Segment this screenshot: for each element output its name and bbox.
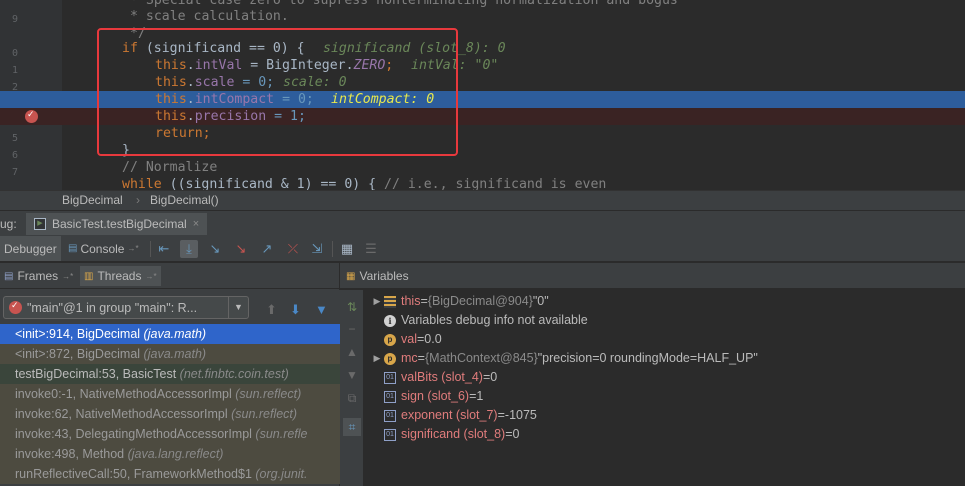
tab-variables[interactable]: ▦ Variables xyxy=(342,266,413,286)
debugger-toolbar: Debugger ▤ Console →* ⇤ ⤓ ↘ ↘ ↗ ⤫ ⇲ ▦ ☰ xyxy=(0,236,965,262)
code-line: * scale calculation. xyxy=(0,8,965,25)
while-condition: ((significand & 1) == 0) { xyxy=(161,177,385,190)
info-icon: i xyxy=(384,314,396,327)
move-down-icon[interactable]: ▼ xyxy=(343,366,361,384)
chevron-down-icon[interactable]: ▼ xyxy=(228,297,248,318)
frame-item[interactable]: invoke:43, DelegatingMethodAccessorImpl … xyxy=(0,424,340,444)
variable-row: i Variables debug info not available xyxy=(364,311,588,330)
while-comment: // i.e., significand is even xyxy=(384,177,607,190)
toolbar-divider xyxy=(150,241,151,257)
frame-item[interactable]: invoke:498, Method (java.lang.reflect) xyxy=(0,444,340,464)
filter-icon[interactable]: ▼ xyxy=(315,302,328,317)
show-execution-point-icon[interactable]: ⇤ xyxy=(155,240,173,258)
debug-label: ug: xyxy=(0,217,17,231)
debug-tool-window-header: ug: ▶ BasicTest.testBigDecimal × xyxy=(0,210,965,236)
variables-title: Variables xyxy=(359,269,409,283)
step-out-icon[interactable]: ↗ xyxy=(258,240,276,258)
thread-selector[interactable]: "main"@1 in group "main": R... ▼ xyxy=(3,296,249,319)
variable-row[interactable]: 01 sign (slot_6) = 1 xyxy=(364,387,483,406)
run-to-cursor-icon[interactable]: ⇲ xyxy=(308,240,326,258)
breakpoint-icon[interactable] xyxy=(25,109,38,123)
slot-variable-icon: 01 xyxy=(384,371,396,384)
tab-console[interactable]: ▤ Console →* xyxy=(64,236,143,261)
threads-icon: ▥ xyxy=(84,270,94,282)
breadcrumb: BigDecimal › BigDecimal() xyxy=(0,190,965,210)
tab-frames[interactable]: ▤ Frames →* xyxy=(0,266,77,286)
debug-session-tab[interactable]: ▶ BasicTest.testBigDecimal × xyxy=(26,213,208,235)
frames-icon: ▤ xyxy=(4,270,14,282)
variable-row[interactable]: 01 exponent (slot_7) = -1075 xyxy=(364,406,537,425)
frame-item[interactable]: <init>:872, BigDecimal (java.math) xyxy=(0,344,340,364)
object-field-icon xyxy=(384,295,396,308)
frame-item[interactable]: <init>:914, BigDecimal (java.math) xyxy=(0,324,340,344)
console-icon: ▤ xyxy=(68,243,78,254)
step-into-icon[interactable]: ↘ xyxy=(206,240,224,258)
tab-debugger-label: Debugger xyxy=(4,241,57,256)
variable-row[interactable]: p val = 0.0 xyxy=(364,330,442,349)
normalize-comment: // Normalize xyxy=(122,160,218,175)
tab-frames-label: Frames xyxy=(17,269,59,283)
run-config-icon: ▶ xyxy=(34,218,46,230)
variables-tree: ▶ this = {BigDecimal@904} "0" i Variable… xyxy=(364,290,964,486)
variables-side-toolbar: ⇅ − ▲ ▼ ⧉ ⌗ xyxy=(340,290,364,486)
tab-debugger[interactable]: Debugger xyxy=(0,236,61,261)
force-step-into-icon[interactable]: ↘ xyxy=(232,240,250,258)
thread-selector-value: "main"@1 in group "main": R... xyxy=(27,300,198,315)
close-icon[interactable]: × xyxy=(193,218,199,230)
tab-console-label: Console xyxy=(80,241,125,256)
toolbar-divider xyxy=(332,241,333,257)
slot-variable-icon: 01 xyxy=(384,428,396,441)
highlight-box xyxy=(97,28,458,156)
variables-icon: ▦ xyxy=(346,270,356,282)
expand-arrow-icon[interactable]: ▶ xyxy=(370,292,384,311)
thread-selector-row: "main"@1 in group "main": R... ▼ ⬆ ⬇ ▼ xyxy=(0,290,340,324)
minus-icon[interactable]: − xyxy=(343,320,361,338)
frame-item[interactable]: runReflectiveCall:50, FrameworkMethod$1 … xyxy=(0,464,340,484)
frame-item[interactable]: testBigDecimal:53, BasicTest (net.finbtc… xyxy=(0,364,340,384)
thread-suspended-icon xyxy=(9,300,22,314)
breadcrumb-class[interactable]: BigDecimal xyxy=(62,193,123,207)
watches-icon[interactable]: ⌗ xyxy=(343,418,361,436)
variables-pane: ▦ Variables ⇅ − ▲ ▼ ⧉ ⌗ ▶ this = {BigDec… xyxy=(340,263,965,486)
expand-arrow-icon[interactable]: ▶ xyxy=(370,349,384,368)
pin-icon[interactable]: →* xyxy=(62,272,73,281)
drop-frame-icon[interactable]: ⤫ xyxy=(284,240,302,258)
frames-pane-tabs: ▤ Frames →* ▥ Threads →* xyxy=(0,263,339,289)
variable-row[interactable]: 01 significand (slot_8) = 0 xyxy=(364,425,519,444)
restore-watches-icon[interactable]: ⇅ xyxy=(343,298,361,316)
frames-pane: ▤ Frames →* ▥ Threads →* "main"@1 in gro… xyxy=(0,263,340,486)
variable-row[interactable]: 01 valBits (slot_4) = 0 xyxy=(364,368,497,387)
tab-threads[interactable]: ▥ Threads →* xyxy=(80,266,161,286)
arrow-up-icon[interactable]: ⬆ xyxy=(266,302,277,318)
evaluate-expression-icon[interactable]: ▦ xyxy=(338,240,356,258)
pin-icon[interactable]: →* xyxy=(127,244,138,253)
move-up-icon[interactable]: ▲ xyxy=(343,343,361,361)
code-editor[interactable]: 9 0 1 2 3 4 5 6 7 * Special case zero to… xyxy=(0,0,965,190)
parameter-icon: p xyxy=(384,333,396,346)
code-line-while: while ((significand & 1) == 0) { // i.e.… xyxy=(0,176,965,190)
variables-header: ▦ Variables xyxy=(340,263,965,289)
doc-comment: * scale calculation. xyxy=(130,9,289,24)
variable-row[interactable]: ▶ p mc = {MathContext@845} "precision=0 … xyxy=(364,349,758,368)
breadcrumb-separator-icon: › xyxy=(136,193,140,207)
copy-icon[interactable]: ⧉ xyxy=(343,389,361,407)
debug-session-label: BasicTest.testBigDecimal xyxy=(52,217,187,231)
frames-list: <init>:914, BigDecimal (java.math) <init… xyxy=(0,324,340,486)
frame-item[interactable]: invoke0:-1, NativeMethodAccessorImpl (su… xyxy=(0,384,340,404)
breadcrumb-method[interactable]: BigDecimal() xyxy=(150,193,219,207)
variable-row[interactable]: ▶ this = {BigDecimal@904} "0" xyxy=(364,292,549,311)
arrow-down-icon[interactable]: ⬇ xyxy=(290,302,301,318)
tab-threads-label: Threads xyxy=(97,269,142,283)
while-keyword: while xyxy=(122,177,162,190)
slot-variable-icon: 01 xyxy=(384,390,396,403)
pin-icon[interactable]: →* xyxy=(145,272,156,281)
step-over-icon[interactable]: ⤓ xyxy=(180,240,198,258)
trace-icon[interactable]: ☰ xyxy=(362,240,380,258)
frame-item[interactable]: invoke:62, NativeMethodAccessorImpl (sun… xyxy=(0,404,340,424)
slot-variable-icon: 01 xyxy=(384,409,396,422)
parameter-icon: p xyxy=(384,352,396,365)
code-line-comment: // Normalize xyxy=(0,159,965,176)
